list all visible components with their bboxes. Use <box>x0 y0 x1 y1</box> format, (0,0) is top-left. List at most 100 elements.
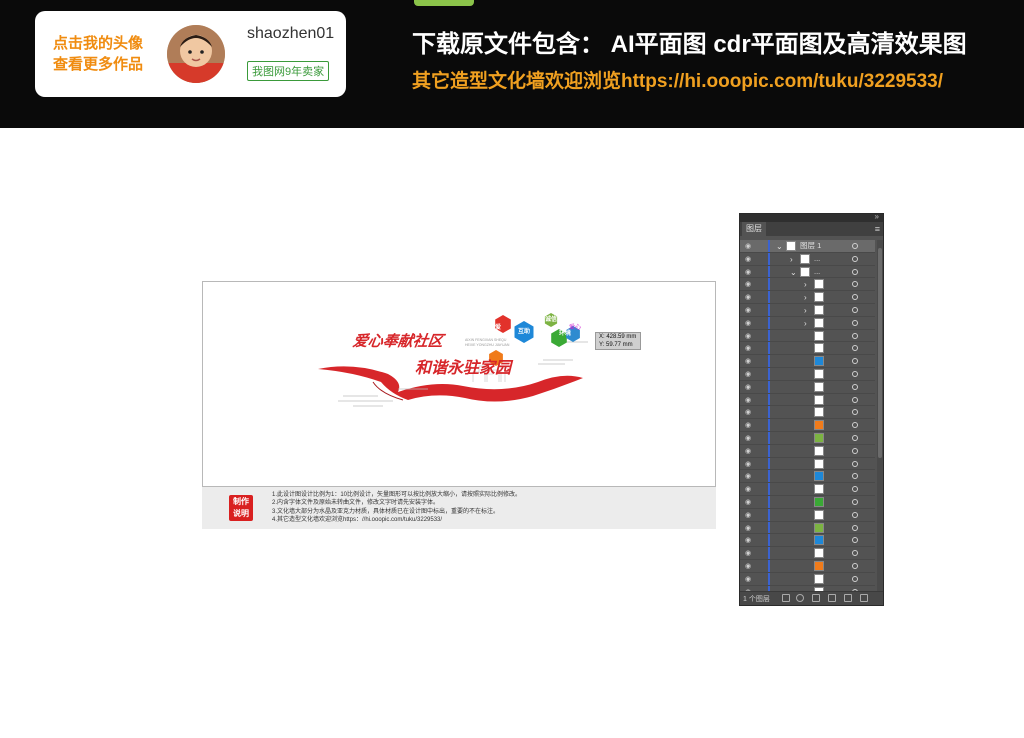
expand-chevron-icon[interactable]: › <box>804 306 807 315</box>
visibility-eye-icon[interactable]: ◉ <box>745 371 751 378</box>
layer-name[interactable]: ... <box>814 254 820 264</box>
visibility-eye-icon[interactable]: ◉ <box>745 576 751 583</box>
layer-row[interactable]: ◉ ›... <box>740 252 875 266</box>
delete-icon[interactable] <box>860 594 868 602</box>
layers-list[interactable]: ◉ ⌄ 图层 1 ◉ ›... ◉ ⌄... ◉ › ◉ › ◉ › ◉ › ◉ ◉ ◉ ◉ ◉ ◉ ◉ ◉ ◉ ◉ ◉ ◉ ◉ ◉ ◉ ◉… <box>740 240 875 592</box>
target-circle-icon[interactable] <box>852 345 858 352</box>
layer-row[interactable]: ◉ <box>740 521 875 535</box>
target-circle-icon[interactable] <box>852 383 858 390</box>
author-card[interactable]: 点击我的头像 查看更多作品 shaozhen01 我图网9年卖家 <box>35 11 346 97</box>
visibility-eye-icon[interactable]: ◉ <box>745 525 751 532</box>
visibility-eye-icon[interactable]: ◉ <box>745 499 751 506</box>
visibility-eye-icon[interactable]: ◉ <box>745 473 751 480</box>
layer-row[interactable]: ◉› <box>740 303 875 317</box>
author-name[interactable]: shaozhen01 <box>247 25 334 43</box>
target-circle-icon[interactable] <box>852 370 858 377</box>
layer-row[interactable]: ◉ <box>740 508 875 522</box>
visibility-eye-icon[interactable]: ◉ <box>745 409 751 416</box>
target-circle-icon[interactable] <box>852 409 858 416</box>
layer-row[interactable]: ◉ <box>740 380 875 394</box>
visibility-eye-icon[interactable]: ◉ <box>745 243 751 250</box>
scrollbar-thumb[interactable] <box>878 248 882 458</box>
panel-titlebar[interactable]: » <box>740 212 883 222</box>
target-circle-icon[interactable] <box>852 243 858 249</box>
target-circle-icon[interactable] <box>852 550 858 557</box>
layer-row[interactable]: ◉ ⌄... <box>740 265 875 279</box>
tab-layers[interactable]: 图层 <box>742 222 766 236</box>
visibility-eye-icon[interactable]: ◉ <box>745 435 751 442</box>
target-circle-icon[interactable] <box>852 268 858 275</box>
expand-chevron-icon[interactable]: › <box>790 255 793 264</box>
visibility-eye-icon[interactable]: ◉ <box>745 269 751 276</box>
layer-name[interactable]: ... <box>814 267 820 277</box>
layer-row[interactable]: ◉ <box>740 329 875 343</box>
visibility-eye-icon[interactable]: ◉ <box>745 307 751 314</box>
visibility-eye-icon[interactable]: ◉ <box>745 320 751 327</box>
visibility-eye-icon[interactable]: ◉ <box>745 384 751 391</box>
target-circle-icon[interactable] <box>852 575 858 582</box>
target-circle-icon[interactable] <box>852 422 858 429</box>
avatar[interactable] <box>167 25 225 83</box>
new-layer-icon[interactable] <box>844 594 852 602</box>
target-circle-icon[interactable] <box>852 537 858 544</box>
visibility-eye-icon[interactable]: ◉ <box>745 422 751 429</box>
visibility-eye-icon[interactable]: ◉ <box>745 358 751 365</box>
target-circle-icon[interactable] <box>852 524 858 531</box>
layer-row[interactable]: ◉ <box>740 406 875 420</box>
target-circle-icon[interactable] <box>852 486 858 493</box>
layers-scrollbar[interactable] <box>877 240 883 592</box>
target-circle-icon[interactable] <box>852 281 858 288</box>
layer-row[interactable]: ◉ <box>740 470 875 484</box>
clipping-mask-icon[interactable] <box>812 594 820 602</box>
target-circle-icon[interactable] <box>852 511 858 518</box>
target-circle-icon[interactable] <box>852 473 858 480</box>
visibility-eye-icon[interactable]: ◉ <box>745 512 751 519</box>
target-circle-icon[interactable] <box>852 447 858 454</box>
layer-row[interactable]: ◉ <box>740 534 875 548</box>
layer-row[interactable]: ◉ <box>740 444 875 458</box>
layer-row[interactable]: ◉ <box>740 393 875 407</box>
browse-more-link[interactable]: 其它造型文化墙欢迎浏览https://hi.ooopic.com/tuku/32… <box>412 66 943 93</box>
panel-menu-icon[interactable]: ≡ <box>875 222 880 236</box>
author-cta[interactable]: 点击我的头像 查看更多作品 <box>53 33 173 75</box>
layer-row[interactable]: ◉ <box>740 559 875 573</box>
new-sublayer-icon[interactable] <box>828 594 836 602</box>
expand-chevron-icon[interactable]: ⌄ <box>776 242 783 251</box>
target-circle-icon[interactable] <box>852 434 858 441</box>
artboard[interactable]: 爱心奉献社区 和谐永驻家园 AIXIN FENGXIAN SHEQU HEXIE… <box>202 281 716 487</box>
layer-row[interactable]: ◉ <box>740 495 875 509</box>
target-circle-icon[interactable] <box>852 294 858 301</box>
layers-panel[interactable]: » 图层 ≡ ◉ ⌄ 图层 1 ◉ ›... ◉ ⌄... ◉ › ◉ › ◉ › ◉ › ◉ ◉ ◉ ◉ ◉ ◉ ◉ ◉ ◉… <box>739 212 884 606</box>
layer-row[interactable]: ◉ <box>740 431 875 445</box>
expand-chevron-icon[interactable]: ⌄ <box>790 268 797 277</box>
expand-chevron-icon[interactable]: › <box>804 280 807 289</box>
visibility-eye-icon[interactable]: ◉ <box>745 563 751 570</box>
target-circle-icon[interactable] <box>852 562 858 569</box>
layer-row[interactable]: ◉ <box>740 547 875 560</box>
visibility-eye-icon[interactable]: ◉ <box>745 486 751 493</box>
layer-row[interactable]: ◉ ⌄ 图层 1 <box>740 240 875 253</box>
target-circle-icon[interactable] <box>852 358 858 365</box>
target-circle-icon[interactable] <box>852 396 858 403</box>
layer-row[interactable]: ◉ <box>740 419 875 432</box>
layer-row[interactable]: ◉ <box>740 457 875 471</box>
visibility-eye-icon[interactable]: ◉ <box>745 333 751 340</box>
layer-row[interactable]: ◉ <box>740 483 875 496</box>
visibility-eye-icon[interactable]: ◉ <box>745 461 751 468</box>
visibility-eye-icon[interactable]: ◉ <box>745 537 751 544</box>
layer-row[interactable]: ◉› <box>740 316 875 330</box>
visibility-eye-icon[interactable]: ◉ <box>745 345 751 352</box>
layer-row[interactable]: ◉› <box>740 291 875 304</box>
target-circle-icon[interactable] <box>852 306 858 313</box>
visibility-eye-icon[interactable]: ◉ <box>745 550 751 557</box>
visibility-eye-icon[interactable]: ◉ <box>745 448 751 455</box>
target-circle-icon[interactable] <box>852 332 858 339</box>
visibility-eye-icon[interactable]: ◉ <box>745 294 751 301</box>
target-circle-icon[interactable] <box>852 255 858 262</box>
target-circle-icon[interactable] <box>852 498 858 505</box>
visibility-eye-icon[interactable]: ◉ <box>745 256 751 263</box>
expand-chevron-icon[interactable]: › <box>804 293 807 302</box>
layer-name[interactable]: 图层 1 <box>800 241 821 251</box>
target-circle-icon[interactable] <box>852 319 858 326</box>
layer-row[interactable]: ◉ <box>740 355 875 368</box>
